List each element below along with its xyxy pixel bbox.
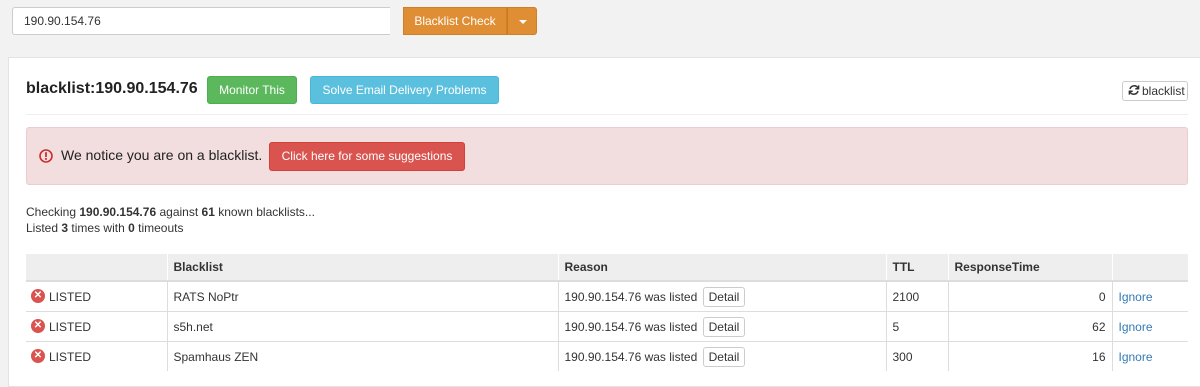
- refresh-icon: [1128, 83, 1140, 101]
- blacklist-name: s5h.net: [167, 311, 559, 342]
- response-time-cell: 16: [948, 341, 1113, 371]
- listed-x-icon: ✕: [31, 318, 45, 333]
- table-row: ✕ LISTED RATS NoPtr 190.90.154.76 was lis…: [26, 280, 1188, 312]
- reason-cell: 190.90.154.76 was listed Detail: [558, 341, 887, 371]
- refresh-label: blacklist: [1142, 84, 1185, 98]
- check-options-dropdown-button[interactable]: [507, 7, 537, 35]
- table-header-row: Blacklist Reason TTL ResponseTime: [26, 254, 1188, 282]
- ignore-link[interactable]: Ignore: [1119, 290, 1153, 304]
- reason-cell: 190.90.154.76 was listed Detail: [558, 280, 887, 312]
- status-cell: ✕ LISTED: [31, 288, 92, 304]
- ttl-cell: 300: [886, 341, 949, 371]
- status-label: LISTED: [49, 289, 92, 304]
- table-row: ✕ LISTED s5h.net 190.90.154.76 was listed…: [26, 311, 1188, 342]
- solve-email-delivery-button[interactable]: Solve Email Delivery Problems: [310, 76, 499, 104]
- ttl-cell: 5: [886, 311, 949, 342]
- listed-x-icon: ✕: [31, 348, 45, 363]
- response-time-cell: 62: [948, 311, 1113, 342]
- summary-text: known blacklists...: [218, 205, 315, 219]
- ignore-link[interactable]: Ignore: [1119, 320, 1153, 334]
- detail-button[interactable]: Detail: [702, 316, 746, 337]
- column-header-responsetime: ResponseTime: [948, 254, 1113, 282]
- summary-text: Checking: [26, 205, 77, 219]
- timeouts-count: 0: [128, 221, 135, 235]
- status-label: LISTED: [49, 349, 92, 364]
- refresh-blacklist-button[interactable]: blacklist: [1122, 81, 1188, 101]
- top-search-bar: 190.90.154.76 Blacklist Check: [0, 0, 1200, 44]
- page-title: blacklist:190.90.154.76: [26, 80, 198, 97]
- status-label: LISTED: [49, 319, 92, 334]
- status-cell: ✕ LISTED: [31, 348, 92, 364]
- reason-text: 190.90.154.76 was listed: [564, 349, 698, 364]
- suggestions-button[interactable]: Click here for some suggestions: [269, 142, 465, 171]
- summary-text: Listed: [26, 221, 59, 235]
- listed-x-icon: ✕: [31, 288, 45, 303]
- ttl-cell: 2100: [886, 280, 949, 312]
- summary-text: timeouts: [138, 221, 184, 235]
- ip-search-input[interactable]: 190.90.154.76: [12, 7, 390, 35]
- listed-count: 3: [61, 221, 69, 235]
- column-header-actions: [1112, 254, 1188, 282]
- summary-count: 61: [201, 205, 215, 219]
- monitor-this-button[interactable]: Monitor This: [207, 76, 297, 104]
- status-cell: ✕ LISTED: [31, 318, 92, 334]
- blacklist-name: RATS NoPtr: [167, 280, 559, 312]
- alert-message: We notice you are on a blacklist.: [61, 147, 263, 163]
- table-row: ✕ LISTED Spamhaus ZEN 190.90.154.76 was l…: [26, 341, 1188, 371]
- blacklist-check-button[interactable]: Blacklist Check: [403, 7, 507, 35]
- column-header-blacklist: Blacklist: [167, 254, 559, 282]
- reason-cell: 190.90.154.76 was listed Detail: [558, 311, 887, 342]
- blacklist-table: Blacklist Reason TTL ResponseTime ✕ LISTE…: [26, 254, 1188, 371]
- reason-text: 190.90.154.76 was listed: [564, 319, 698, 334]
- summary-text: against: [159, 205, 199, 219]
- summary-text: times with: [71, 221, 125, 235]
- exclamation-circle-icon: [39, 149, 53, 163]
- detail-button[interactable]: Detail: [702, 346, 746, 367]
- column-header-ttl: TTL: [886, 254, 949, 282]
- summary-ip: 190.90.154.76: [79, 205, 157, 219]
- response-time-cell: 0: [948, 280, 1113, 312]
- divider: [26, 114, 1188, 115]
- ignore-link[interactable]: Ignore: [1119, 350, 1153, 364]
- listed-summary: Listed 3 times with 0 timeouts: [26, 221, 183, 235]
- checking-summary: Checking 190.90.154.76 against 61 known …: [26, 205, 315, 219]
- reason-text: 190.90.154.76 was listed: [564, 289, 698, 304]
- chevron-down-icon: [519, 20, 527, 24]
- column-header-status: [26, 254, 168, 282]
- blacklist-name: Spamhaus ZEN: [167, 341, 559, 371]
- column-header-reason: Reason: [558, 254, 887, 282]
- detail-button[interactable]: Detail: [702, 286, 746, 307]
